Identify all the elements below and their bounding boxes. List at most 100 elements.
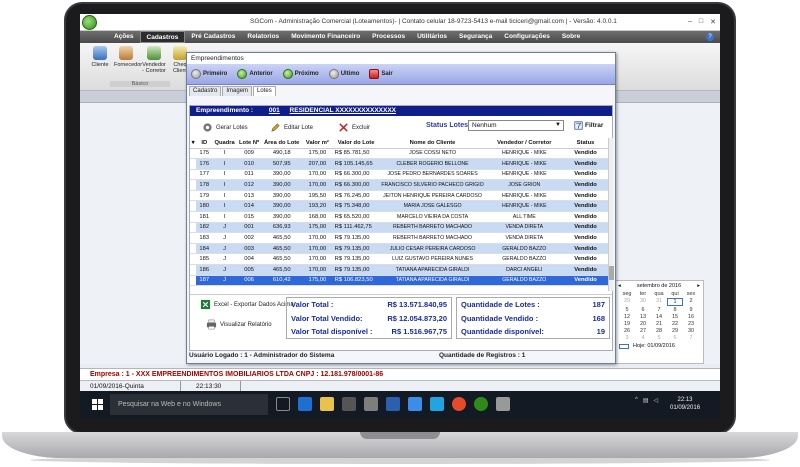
close-button[interactable]: ✕ xyxy=(710,18,716,26)
calendar-day[interactable]: 4 xyxy=(635,335,651,341)
table-row[interactable]: ▶ 187 J 006 610,42 175,00 R$ 106.823,50 TATIANA… xyxy=(190,275,608,287)
column-header-area[interactable]: Área do Lote xyxy=(261,138,303,149)
tab-cadastro[interactable]: Cadastro xyxy=(189,86,222,96)
calendar-day[interactable]: 6 xyxy=(667,335,683,341)
empreendimento-name[interactable]: RESIDENCIAL XXXXXXXXXXXXXX xyxy=(290,107,396,114)
calendar-prev-icon[interactable]: ◂ xyxy=(618,283,621,289)
maximize-button[interactable]: □ xyxy=(699,18,703,26)
table-row[interactable]: 185 J 004 465,50 170,00 R$ 79.135,00 LUIZ GUST… xyxy=(190,253,608,266)
tab-lotes[interactable]: Lotes xyxy=(253,86,276,96)
network-icon[interactable]: ▤ xyxy=(643,397,649,404)
calendar-day[interactable]: 29 xyxy=(619,298,635,306)
calendar-day[interactable]: 19 xyxy=(619,321,635,327)
app-icon[interactable] xyxy=(496,397,510,411)
volume-icon[interactable]: ◁ xyxy=(654,397,659,404)
menu-cadastros[interactable]: Cadastros xyxy=(139,31,186,43)
menu-seguranca[interactable]: Segurança xyxy=(453,31,498,43)
calendar-day[interactable]: 29 xyxy=(667,328,683,334)
table-row[interactable]: 175 I 009 490,18 175,00 R$ 85.781,50 JOSE COSS… xyxy=(190,148,608,160)
edge-icon[interactable] xyxy=(298,397,312,411)
taskbar-clock[interactable]: 22:13 01/09/2016 xyxy=(670,396,700,412)
calendar-day[interactable]: 8 xyxy=(667,307,683,313)
calendar-day[interactable]: 6 xyxy=(635,307,651,313)
calendar-next-icon[interactable]: ▸ xyxy=(697,283,700,289)
calendar-day[interactable]: 23 xyxy=(683,321,699,327)
column-header-lote[interactable]: Lote Nº xyxy=(236,138,262,149)
calendar-day[interactable]: 13 xyxy=(635,314,651,320)
mail-icon[interactable] xyxy=(386,397,400,411)
scrollbar-thumb[interactable] xyxy=(609,266,614,280)
calendar-day[interactable]: 7 xyxy=(683,335,699,341)
menu-movimento-financeiro[interactable]: Movimento Financeiro xyxy=(285,31,366,43)
calendar-day[interactable]: 30 xyxy=(683,328,699,334)
table-row[interactable]: 178 I 012 390,00 170,00 R$ 66.300,00 FRANCISCO… xyxy=(190,179,608,191)
filtrar-button[interactable]: Filtrar xyxy=(574,121,603,130)
tray-chevron-icon[interactable]: ^ xyxy=(635,397,638,404)
menu-configuracoes[interactable]: Configurações xyxy=(498,31,556,43)
previous-button[interactable]: Anterior xyxy=(237,69,273,79)
ribbon-cliente-button[interactable]: Cliente xyxy=(88,46,112,68)
app-icon[interactable] xyxy=(364,397,378,411)
ribbon-vendedor-button[interactable]: Vendedor - Corretor xyxy=(142,46,166,74)
sgcom-app-icon[interactable] xyxy=(474,397,488,411)
last-button[interactable]: Ultimo xyxy=(328,69,359,79)
table-row[interactable]: 186 J 005 465,50 170,00 R$ 79.135,00 TATIANA A… xyxy=(190,264,608,276)
help-icon[interactable]: ? xyxy=(706,33,714,41)
calendar-day[interactable]: 15 xyxy=(667,314,683,320)
calendar-today[interactable]: Hoje: 01/09/2016 xyxy=(615,341,703,351)
column-header-status[interactable]: Status xyxy=(563,138,608,149)
gerar-lotes-button[interactable]: Gerar Lotes xyxy=(202,122,248,133)
calendar-day[interactable]: 28 xyxy=(651,328,667,334)
file-explorer-icon[interactable] xyxy=(320,397,334,411)
calendar-day[interactable]: 2 xyxy=(683,298,699,306)
first-button[interactable]: Primeiro xyxy=(191,69,227,79)
excel-export-button[interactable]: Excel - Exportar Dados Acima xyxy=(200,299,294,310)
column-header-vendedor[interactable]: Vendedor / Corretor xyxy=(485,138,564,149)
calendar-day[interactable]: 30 xyxy=(635,298,651,306)
calendar-day[interactable]: 16 xyxy=(683,314,699,320)
column-header-cliente[interactable]: Nome do Cliente xyxy=(379,138,486,149)
calendar-day[interactable]: 14 xyxy=(651,314,667,320)
ribbon-fornecedor-button[interactable]: Fornecedor xyxy=(114,46,142,68)
next-button[interactable]: Próximo xyxy=(282,69,319,79)
minimize-button[interactable]: – xyxy=(688,18,692,26)
column-header-valor-lote[interactable]: Valor do Lote xyxy=(332,138,380,149)
column-header-valor-m2[interactable]: Valor m² xyxy=(302,138,333,149)
calendar-day[interactable]: 5 xyxy=(651,335,667,341)
menu-utilitarios[interactable]: Utilitários xyxy=(411,31,453,43)
table-row[interactable]: 181 I 015 390,00 168,00 R$ 65.520,00 MARCELO V… xyxy=(190,211,608,223)
table-row[interactable]: 184 J 003 465,50 170,00 R$ 79.135,00 JULIO CES… xyxy=(190,243,608,255)
excluir-button[interactable]: Excluir xyxy=(338,122,370,133)
calendar-day[interactable]: 26 xyxy=(619,328,635,334)
calendar-day[interactable]: 27 xyxy=(635,328,651,334)
menu-relatorios[interactable]: Relatorios xyxy=(241,31,285,43)
table-row[interactable]: 180 I 014 390,00 193,20 R$ 75.348,00 MARIA JOS… xyxy=(190,200,608,213)
calendar-day[interactable]: 12 xyxy=(619,314,635,320)
windows-start-icon[interactable] xyxy=(92,399,103,410)
chrome-icon[interactable] xyxy=(452,397,466,411)
calendar-day[interactable]: 7 xyxy=(651,307,667,313)
table-row[interactable]: 179 I 013 390,00 195,50 R$ 76.245,00 JEITON HE… xyxy=(190,190,608,202)
calendar-day[interactable]: 9 xyxy=(683,307,699,313)
tab-imagem[interactable]: Imagem xyxy=(222,86,253,96)
calendar-day[interactable]: 22 xyxy=(667,321,683,327)
visualizar-relatorio-button[interactable]: Visualizar Relatório xyxy=(206,319,294,330)
empreendimento-number[interactable]: 001 xyxy=(269,107,280,114)
task-view-icon[interactable] xyxy=(276,397,290,411)
app-icon[interactable] xyxy=(408,397,422,411)
taskbar-search[interactable]: Pesquisar na Web e no Windows xyxy=(110,394,268,415)
column-header-quadra[interactable]: Quadra xyxy=(212,138,237,149)
menu-processos[interactable]: Processos xyxy=(366,31,411,43)
store-icon[interactable] xyxy=(342,397,356,411)
calendar-day[interactable]: 1 xyxy=(667,298,683,306)
table-row[interactable]: 182 J 001 636,93 175,00 R$ 111.462,75 REBERTH … xyxy=(190,222,608,234)
menu-pre-cadastros[interactable]: Pré Cadastros xyxy=(185,31,241,43)
table-row[interactable]: 183 J 002 465,50 170,00 R$ 79.135,00 REBERTH B… xyxy=(190,232,608,244)
calendar-day[interactable]: 20 xyxy=(635,321,651,327)
calendar-day[interactable]: 3 xyxy=(619,335,635,341)
calendar-day[interactable]: 21 xyxy=(651,321,667,327)
table-scrollbar[interactable] xyxy=(608,138,614,291)
table-row[interactable]: 177 I 011 390,00 170,00 R$ 66.300,00 JOSE PEDR… xyxy=(190,169,608,181)
skype-icon[interactable] xyxy=(430,397,444,411)
menu-acoes[interactable]: Ações xyxy=(108,31,140,43)
